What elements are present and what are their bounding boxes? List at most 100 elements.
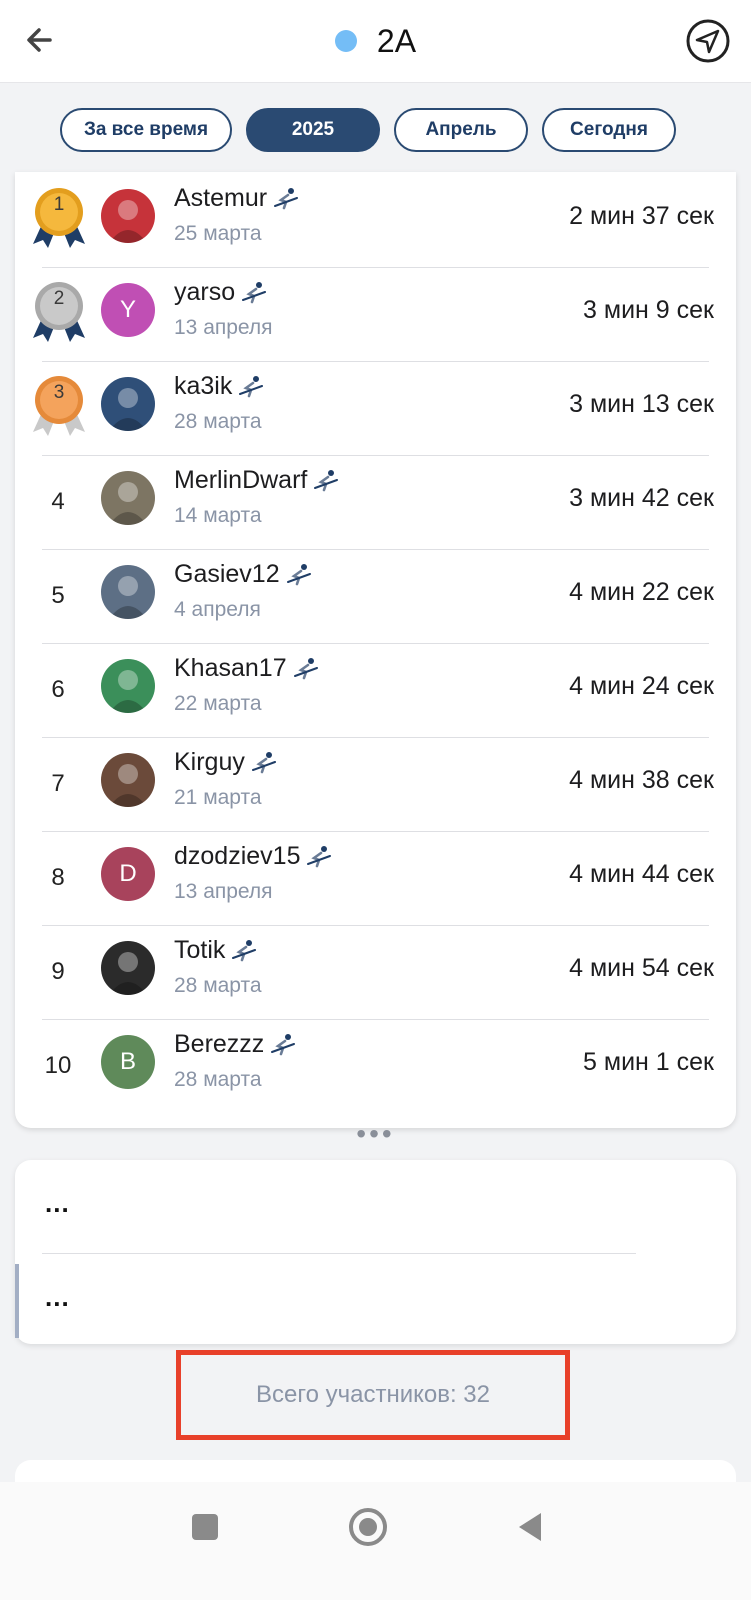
triangle-back-icon (519, 1513, 541, 1541)
ride-time: 4 мин 54 сек (569, 954, 714, 982)
username-line: Astemur (174, 184, 299, 213)
avatar[interactable] (101, 659, 155, 713)
navigation-arrow-icon (686, 19, 730, 63)
ride-date: 13 апреля (174, 880, 273, 903)
rank-number: 7 (51, 770, 65, 797)
collapsed-row[interactable]: ... (45, 1282, 70, 1313)
username-line: yarso (174, 278, 267, 307)
ride-date: 28 марта (174, 410, 262, 433)
username[interactable]: Totik (174, 936, 225, 965)
leaderboard-row[interactable]: 10 B Berezzz 28 марта 5 мин 1 сек (15, 1018, 736, 1114)
skier-icon (274, 187, 299, 209)
leaderboard-row[interactable]: 4 MerlinDwarf 14 марта 3 мин 42 сек (15, 454, 736, 550)
ride-time: 4 мин 44 сек (569, 860, 714, 888)
ride-date: 14 марта (174, 504, 262, 527)
ride-date: 4 апреля (174, 598, 261, 621)
leaderboard-row[interactable]: 9 Totik 28 марта 4 мин 54 сек (15, 924, 736, 1020)
total-participants: Всего участников: 32 (176, 1350, 570, 1440)
recents-button[interactable] (180, 1502, 230, 1552)
username[interactable]: MerlinDwarf (174, 466, 307, 495)
ride-time: 4 мин 22 сек (569, 578, 714, 606)
username-line: Totik (174, 936, 257, 965)
navigate-button[interactable] (685, 18, 731, 64)
ride-date: 28 марта (174, 1068, 262, 1091)
current-user-marker (15, 1264, 19, 1338)
more-indicator[interactable]: ••• (0, 1118, 751, 1150)
filter-year[interactable]: 2025 (246, 108, 380, 152)
avatar[interactable] (101, 753, 155, 807)
ride-date: 22 марта (174, 692, 262, 715)
ride-time: 5 мин 1 сек (583, 1048, 714, 1076)
avatar[interactable]: B (101, 1035, 155, 1089)
avatar[interactable]: D (101, 847, 155, 901)
username[interactable]: dzodziev15 (174, 842, 300, 871)
rank-number: 9 (51, 958, 65, 985)
skier-icon (239, 375, 264, 397)
rank-number: 1 (53, 194, 65, 215)
username[interactable]: yarso (174, 278, 235, 307)
leaderboard-row[interactable]: 8 Ddzodziev15 13 апреля 4 мин 44 сек (15, 830, 736, 926)
leaderboard-row[interactable]: 1 Astemur 25 марта 2 мин 37 сек (15, 172, 736, 268)
home-button[interactable] (343, 1502, 393, 1552)
skier-icon (293, 657, 318, 679)
filter-month[interactable]: Апрель (394, 108, 528, 152)
ride-time: 3 мин 42 сек (569, 484, 714, 512)
divider (42, 1253, 636, 1254)
medal-gold-icon: 1 (29, 186, 89, 250)
leaderboard-card: 1 Astemur 25 марта 2 мин 37 сек 2 Yyarso 13 ап… (15, 172, 736, 1128)
username-line: Berezzz (174, 1030, 296, 1059)
lift-status-dot (334, 30, 357, 52)
period-filter-tabs: За все время 2025 Апрель Сегодня (60, 108, 676, 152)
username-line: MerlinDwarf (174, 466, 339, 495)
username-line: Kirguy (174, 748, 277, 777)
username[interactable]: ka3ik (174, 372, 232, 401)
collapsed-row[interactable]: ... (45, 1188, 70, 1219)
leaderboard-row[interactable]: 7 Kirguy 21 марта 4 мин 38 сек (15, 736, 736, 832)
username-line: Khasan17 (174, 654, 319, 683)
ride-time: 3 мин 13 сек (569, 390, 714, 418)
username[interactable]: Berezzz (174, 1030, 264, 1059)
page-title: 2А (376, 22, 417, 59)
username-line: dzodziev15 (174, 842, 332, 871)
username[interactable]: Khasan17 (174, 654, 287, 683)
avatar[interactable]: Y (101, 283, 155, 337)
title-group: 2А (0, 18, 751, 64)
rank-number: 6 (51, 676, 65, 703)
ride-time: 4 мин 24 сек (569, 672, 714, 700)
username[interactable]: Gasiev12 (174, 560, 280, 589)
avatar[interactable] (101, 189, 155, 243)
square-icon (192, 1514, 218, 1540)
rank-number: 8 (51, 864, 65, 891)
skier-icon (251, 751, 276, 773)
system-back-button[interactable] (505, 1502, 555, 1552)
skier-icon (314, 469, 339, 491)
rank-number: 4 (51, 488, 65, 515)
leaderboard-row[interactable]: 2 Yyarso 13 апреля 3 мин 9 сек (15, 266, 736, 362)
avatar[interactable] (101, 377, 155, 431)
rank-number: 2 (53, 288, 65, 309)
skier-icon (271, 1033, 296, 1055)
home-circle-icon (349, 1508, 387, 1546)
username-line: ka3ik (174, 372, 264, 401)
filter-all-time[interactable]: За все время (60, 108, 232, 152)
avatar[interactable] (101, 941, 155, 995)
app-header: 2А (0, 0, 751, 83)
filter-today[interactable]: Сегодня (542, 108, 676, 152)
username[interactable]: Astemur (174, 184, 267, 213)
leaderboard-row[interactable]: 5 Gasiev12 4 апреля 4 мин 22 сек (15, 548, 736, 644)
leaderboard-row[interactable]: 6 Khasan17 22 марта 4 мин 24 сек (15, 642, 736, 738)
system-nav-bar (0, 1482, 751, 1600)
skier-icon (232, 939, 257, 961)
ride-date: 25 марта (174, 222, 262, 245)
ride-time: 3 мин 9 сек (583, 296, 714, 324)
avatar[interactable] (101, 565, 155, 619)
rank-number: 5 (51, 582, 65, 609)
rank-number: 10 (44, 1052, 72, 1079)
skier-icon (286, 563, 311, 585)
skier-icon (307, 845, 332, 867)
username[interactable]: Kirguy (174, 748, 245, 777)
leaderboard-row[interactable]: 3 ka3ik 28 марта 3 мин 13 сек (15, 360, 736, 456)
medal-bronze-icon: 3 (29, 374, 89, 438)
avatar[interactable] (101, 471, 155, 525)
rank-number: 3 (53, 382, 65, 403)
